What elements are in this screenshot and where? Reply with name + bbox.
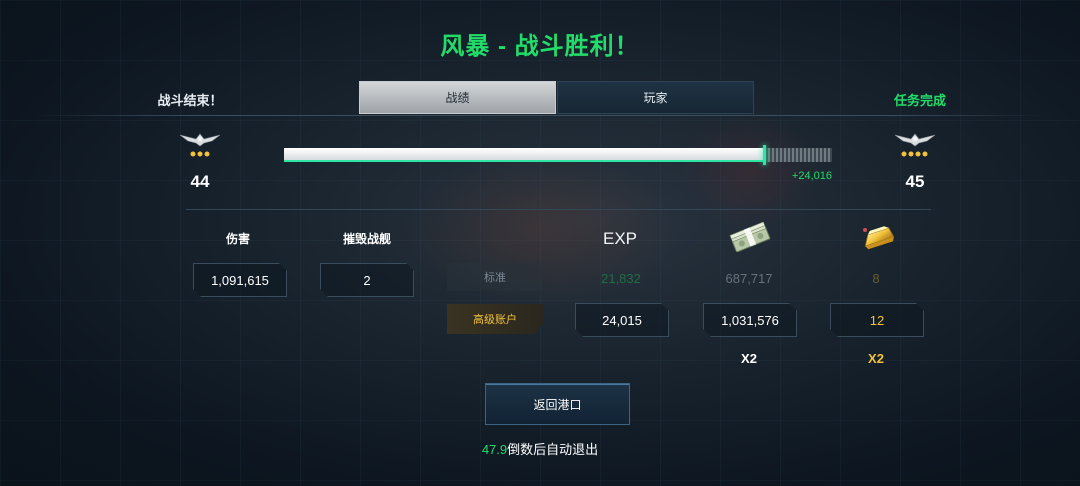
battle-status: 战斗结束！ <box>157 93 223 108</box>
premium-credits: 1,031,576 <box>703 303 797 337</box>
money-stack-icon <box>728 221 772 253</box>
tab-record[interactable]: 战绩 <box>359 81 556 114</box>
premium-account-label: 高级账户 <box>447 304 543 334</box>
credits-multiplier: X2 <box>741 351 757 366</box>
premium-exp: 24,015 <box>575 303 669 337</box>
premium-gold: 12 <box>830 303 924 337</box>
exp-progress-fill <box>284 148 765 162</box>
tab-players[interactable]: 玩家 <box>557 81 754 114</box>
countdown-text: 倒数后自动退出 <box>507 442 599 457</box>
kills-label: 摧毁战舰 <box>342 232 391 246</box>
exp-progress-marker <box>763 145 766 165</box>
result-title: 风暴 - 战斗胜利！ <box>440 33 640 60</box>
header-divider <box>36 115 1044 116</box>
standard-credits: 687,717 <box>725 271 773 286</box>
gold-multiplier: X2 <box>868 351 884 366</box>
exp-progress-bar <box>284 145 832 165</box>
section-divider <box>186 209 931 210</box>
kills-value: 2 <box>320 263 414 297</box>
countdown-seconds: 47.9 <box>481 442 508 457</box>
rank-insignia-icon <box>893 130 937 160</box>
damage-label: 伤害 <box>225 232 250 246</box>
next-level: 45 <box>905 172 925 191</box>
standard-label: 标准 <box>447 263 543 291</box>
rank-insignia-icon <box>178 130 222 160</box>
standard-gold: 8 <box>872 271 880 286</box>
exp-header: EXP <box>602 229 638 248</box>
mission-status: 任务完成 <box>893 93 946 108</box>
damage-value: 1,091,615 <box>193 263 287 297</box>
return-to-port-button[interactable]: 返回港口 <box>485 383 630 425</box>
standard-exp: 21,832 <box>601 271 641 286</box>
gold-bar-icon <box>857 222 897 252</box>
exp-gain: +24,016 <box>791 170 832 182</box>
current-level: 44 <box>190 172 210 191</box>
auto-exit-countdown: 47.9倒数后自动退出 <box>0 439 1080 458</box>
